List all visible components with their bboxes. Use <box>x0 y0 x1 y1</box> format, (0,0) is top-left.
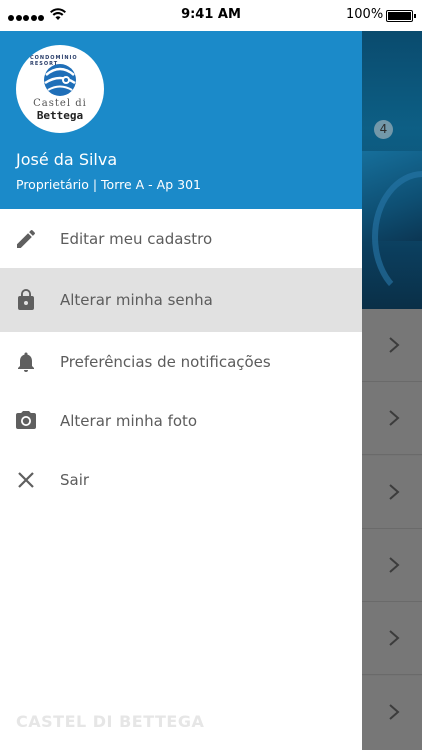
camera-icon <box>16 410 36 429</box>
battery-percentage: 100% <box>346 7 384 22</box>
menu-item-label: Alterar minha senha <box>60 291 213 309</box>
drawer-menu: Editar meu cadastro Alterar minha senha … <box>0 209 362 509</box>
logo-arc-text: CONDOMÍNIO RESORT <box>30 55 78 67</box>
chevron-right-icon <box>389 630 400 646</box>
lock-icon <box>18 289 34 310</box>
menu-item-logout[interactable]: Sair <box>0 450 362 509</box>
notification-count-badge: 4 <box>374 120 393 139</box>
menu-item-label: Preferências de notificações <box>60 352 271 371</box>
background-hero-image <box>362 31 422 309</box>
logo-big-text: Bettega <box>36 109 84 122</box>
menu-item-notification-preferences[interactable]: Preferências de notificações <box>0 332 362 391</box>
drawer-header: CONDOMÍNIO RESORT Castel di Bettega José… <box>0 31 362 209</box>
menu-item-label: Alterar minha foto <box>60 411 198 430</box>
condo-logo[interactable]: CONDOMÍNIO RESORT Castel di Bettega <box>16 45 104 133</box>
menu-item-label: Editar meu cadastro <box>60 229 213 248</box>
battery-icon <box>386 10 416 22</box>
chevron-right-icon <box>389 704 400 720</box>
background-list-row[interactable] <box>362 529 422 602</box>
pencil-icon <box>17 229 36 248</box>
chevron-right-icon <box>389 337 400 353</box>
footer-brand: CASTEL DI BETTEGA <box>16 712 205 731</box>
background-list-row[interactable] <box>362 676 422 750</box>
logo-small-text: Castel di <box>33 98 87 109</box>
chevron-right-icon <box>389 557 400 573</box>
background-list-row[interactable] <box>362 309 422 382</box>
menu-item-change-photo[interactable]: Alterar minha foto <box>0 391 362 450</box>
background-list-row[interactable] <box>362 602 422 675</box>
chevron-right-icon <box>389 410 400 426</box>
menu-item-edit-profile[interactable]: Editar meu cadastro <box>0 209 362 268</box>
navigation-drawer: CONDOMÍNIO RESORT Castel di Bettega José… <box>0 0 362 750</box>
menu-item-change-password[interactable]: Alterar minha senha <box>0 268 362 332</box>
chevron-right-icon <box>389 484 400 500</box>
close-icon <box>18 471 34 488</box>
background-list-row[interactable] <box>362 382 422 455</box>
status-bar: 9:41 AM 100% <box>0 0 422 31</box>
background-list-row[interactable] <box>362 456 422 529</box>
bell-icon <box>18 352 34 372</box>
user-name: José da Silva <box>16 150 118 169</box>
menu-item-label: Sair <box>60 470 90 489</box>
user-role: Proprietário | Torre A - Ap 301 <box>16 177 201 192</box>
